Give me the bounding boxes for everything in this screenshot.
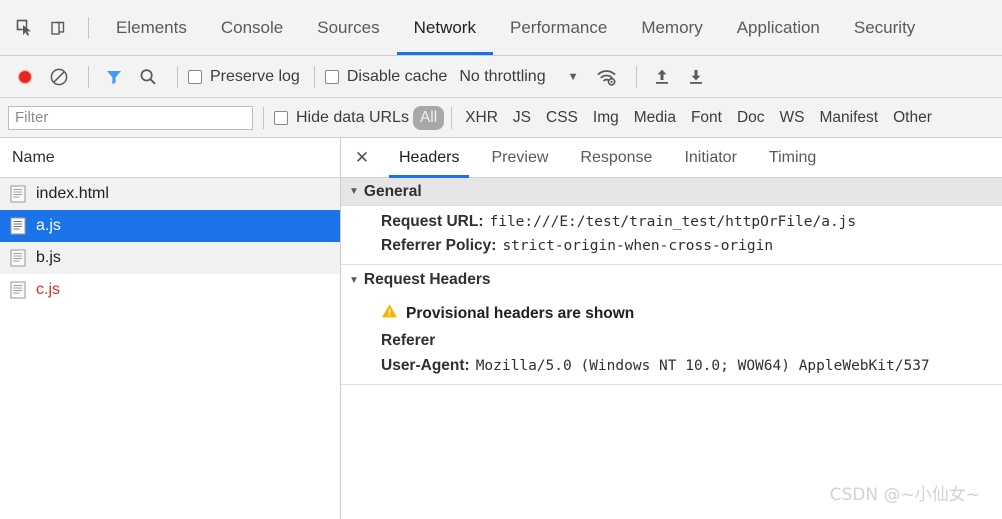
filterbar-divider-1: [263, 106, 264, 129]
search-icon[interactable]: [133, 62, 163, 92]
section-header-general[interactable]: ▼ General: [341, 178, 1002, 206]
preserve-log-box: [188, 69, 202, 84]
panel-tab-elements[interactable]: Elements: [99, 1, 204, 55]
tab-response[interactable]: Response: [564, 138, 668, 178]
document-icon: [10, 217, 26, 235]
section-title: General: [363, 182, 422, 200]
disable-cache-label: Disable cache: [346, 67, 448, 85]
record-button-icon[interactable]: [10, 62, 40, 92]
tab-headers[interactable]: Headers: [383, 138, 475, 178]
detail-tabs: ✕ Headers Preview Response Initiator Tim…: [341, 138, 1002, 178]
table-row[interactable]: c.js: [0, 274, 340, 306]
request-name: b.js: [36, 249, 61, 266]
preserve-log-checkbox[interactable]: Preserve log: [188, 68, 300, 86]
devtools-tabstrip: Elements Console Sources Network Perform…: [0, 0, 1002, 56]
warning-triangle-icon: [381, 303, 398, 324]
request-name: index.html: [36, 185, 109, 202]
filter-type-manifest[interactable]: Manifest: [813, 106, 886, 130]
header-value: file:///E:/test/train_test/httpOrFile/a.…: [489, 214, 857, 230]
filter-type-xhr[interactable]: XHR: [458, 106, 505, 130]
section-body-request-headers: Provisional headers are shown Referer Us…: [341, 295, 1002, 385]
panel-tab-memory[interactable]: Memory: [624, 1, 719, 55]
network-conditions-icon[interactable]: [592, 62, 622, 92]
document-icon: [10, 249, 26, 267]
header-row-referrer-policy: Referrer Policy: strict-origin-when-cros…: [341, 234, 1002, 258]
hide-data-urls-checkbox[interactable]: Hide data URLs: [274, 109, 409, 127]
warning-text: Provisional headers are shown: [406, 304, 635, 322]
filter-type-css[interactable]: CSS: [539, 106, 585, 130]
provisional-headers-warning: Provisional headers are shown: [341, 299, 1002, 328]
toolbar-divider-2: [177, 65, 178, 88]
header-value: Mozilla/5.0 (Windows NT 10.0; WOW64) App…: [475, 358, 930, 374]
toolbar-divider: [88, 17, 89, 39]
filter-icon[interactable]: [99, 62, 129, 92]
section-header-request-headers[interactable]: ▼ Request Headers: [341, 265, 1002, 295]
tab-preview[interactable]: Preview: [475, 138, 564, 178]
section-title: Request Headers: [363, 271, 491, 288]
table-row[interactable]: a.js: [0, 210, 340, 242]
panel-tab-sources[interactable]: Sources: [300, 1, 396, 55]
panel-tab-console[interactable]: Console: [204, 1, 300, 55]
request-name: c.js: [36, 281, 60, 298]
filter-type-font[interactable]: Font: [684, 106, 729, 130]
panel-tab-performance[interactable]: Performance: [493, 1, 624, 55]
header-key: Referrer Policy:: [381, 237, 497, 254]
header-row-request-url: Request URL: file:///E:/test/train_test/…: [341, 210, 1002, 234]
request-list: Name index.html a.js b.js c.js: [0, 138, 341, 519]
request-name: a.js: [36, 217, 61, 234]
header-key: Request URL:: [381, 213, 484, 230]
triangle-down-icon: ▼: [349, 186, 359, 197]
toolbar-divider-3: [313, 65, 315, 88]
filterbar-divider-2: [451, 106, 453, 129]
chevron-down-icon[interactable]: ▼: [568, 71, 579, 83]
toolbar-divider-4: [636, 65, 638, 88]
toolbar-divider-1: [88, 65, 89, 88]
triangle-down-icon: ▼: [349, 274, 359, 286]
document-icon: [10, 281, 26, 299]
header-row-referer: Referer: [381, 332, 436, 349]
hide-data-urls-label: Hide data URLs: [296, 108, 409, 126]
header-value: strict-origin-when-cross-origin: [502, 238, 774, 254]
hide-data-urls-box: [274, 110, 288, 125]
filter-bar: Hide data URLs All XHR JS CSS Img Media …: [0, 98, 1002, 138]
panel-tab-application[interactable]: Application: [720, 1, 837, 55]
close-icon[interactable]: ✕: [349, 145, 375, 171]
filter-input[interactable]: [8, 105, 253, 130]
table-row[interactable]: b.js: [0, 242, 340, 274]
headers-content: ▼ General Request URL: file:///E:/test/t…: [341, 178, 1002, 519]
disable-cache-box: [324, 69, 339, 84]
filter-type-all[interactable]: All: [412, 105, 445, 130]
section-body-general: Request URL: file:///E:/test/train_test/…: [341, 206, 1002, 265]
filter-type-img[interactable]: Img: [586, 106, 626, 130]
inspect-element-icon[interactable]: [10, 13, 40, 43]
table-row[interactable]: index.html: [0, 178, 340, 210]
document-icon: [10, 185, 26, 203]
filter-type-doc[interactable]: Doc: [730, 106, 772, 130]
clear-icon[interactable]: [44, 62, 74, 92]
preserve-log-label: Preserve log: [210, 67, 300, 85]
filter-type-other[interactable]: Other: [886, 106, 939, 130]
disable-cache-checkbox[interactable]: Disable cache: [324, 67, 448, 86]
column-header-name[interactable]: Name: [0, 138, 340, 178]
header-row-user-agent: User-Agent: Mozilla/5.0 (Windows NT 10.0…: [341, 354, 1002, 378]
network-toolbar: Preserve log Disable cache No throttling…: [0, 56, 1002, 98]
tab-timing[interactable]: Timing: [753, 138, 832, 178]
request-detail-pane: ✕ Headers Preview Response Initiator Tim…: [341, 138, 1002, 519]
header-key: User-Agent:: [381, 357, 470, 374]
filter-type-media[interactable]: Media: [627, 106, 683, 130]
network-body: Name index.html a.js b.js c.js ✕ Headers…: [0, 138, 1002, 519]
throttling-select[interactable]: No throttling: [459, 68, 545, 86]
request-rows: index.html a.js b.js c.js: [0, 178, 340, 519]
tab-initiator[interactable]: Initiator: [668, 138, 752, 178]
panel-tab-security[interactable]: Security: [837, 1, 932, 55]
panel-tab-network[interactable]: Network: [396, 1, 494, 55]
export-har-icon[interactable]: [681, 62, 711, 92]
import-har-icon[interactable]: [647, 62, 677, 92]
devtools-window: Elements Console Sources Network Perform…: [0, 0, 1002, 519]
filter-type-ws[interactable]: WS: [773, 106, 812, 130]
device-toolbar-icon[interactable]: [44, 13, 74, 43]
filter-type-js[interactable]: JS: [506, 106, 538, 130]
